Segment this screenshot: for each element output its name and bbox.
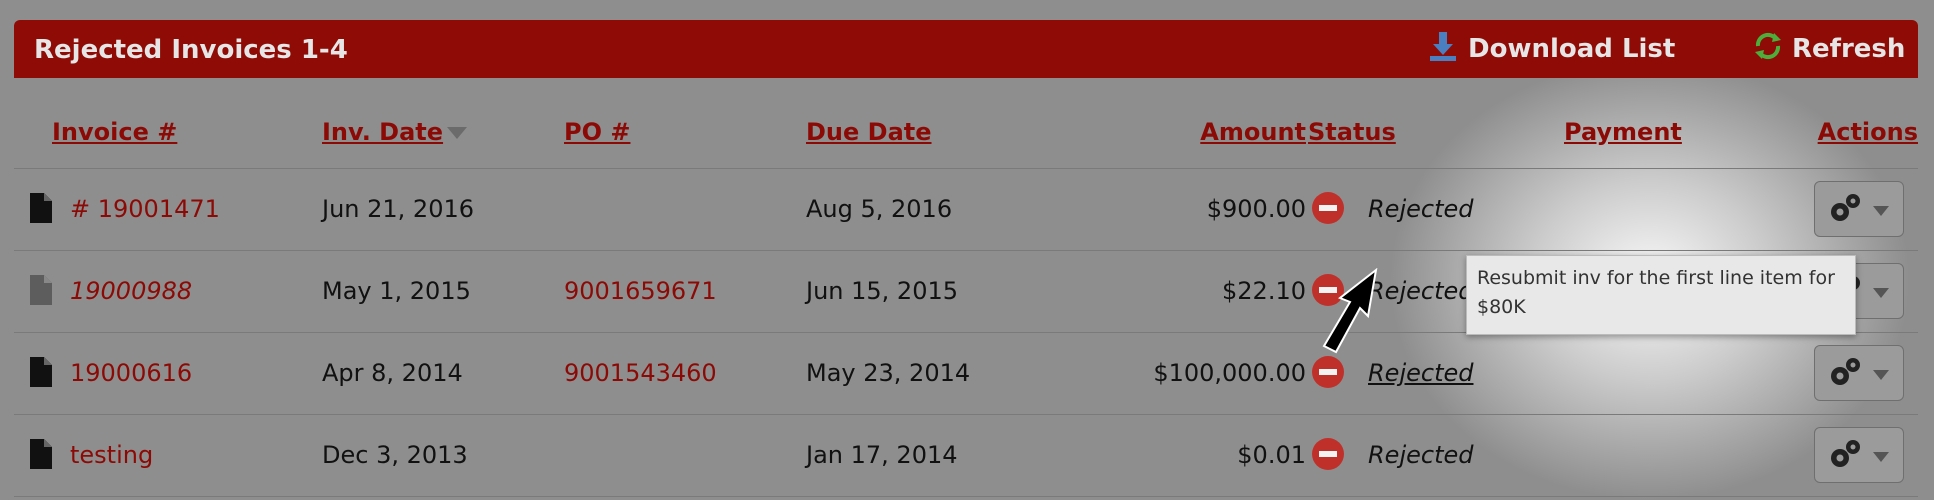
actions-menu-button[interactable] (1814, 181, 1904, 237)
document-icon (30, 193, 52, 229)
rejected-icon (1311, 437, 1345, 477)
col-header-po[interactable]: PO # (564, 118, 630, 146)
due-date: Jan 17, 2014 (806, 441, 958, 469)
refresh-icon (1752, 30, 1784, 69)
sort-desc-icon[interactable] (447, 127, 467, 139)
refresh-button[interactable]: Refresh (1752, 32, 1905, 66)
panel-header: Rejected Invoices 1-4 Download List Refr… (14, 20, 1918, 78)
table-row: # 19001471 Jun 21, 2016 Aug 5, 2016 $900… (14, 169, 1918, 251)
gear-icon (1831, 358, 1860, 385)
document-icon (30, 275, 52, 311)
actions-menu-button[interactable] (1814, 345, 1904, 401)
chevron-down-icon (1873, 206, 1889, 216)
rejected-icon (1311, 191, 1345, 231)
amount: $0.01 (1237, 441, 1306, 469)
status-link[interactable]: Rejected (1368, 359, 1473, 387)
col-header-due-date[interactable]: Due Date (806, 118, 932, 146)
invoice-link[interactable]: 19000988 (70, 277, 192, 305)
status-text: Rejected (1368, 441, 1474, 469)
amount: $100,000.00 (1153, 359, 1306, 387)
table-row: testing Dec 3, 2013 Jan 17, 2014 $0.01 R… (14, 415, 1918, 497)
chevron-down-icon (1873, 452, 1889, 462)
po-link[interactable]: 9001659671 (564, 277, 717, 305)
inv-date: Jun 21, 2016 (322, 195, 475, 223)
download-list-button[interactable]: Download List (1428, 30, 1676, 69)
gear-icon (1831, 194, 1860, 221)
mouse-cursor-icon (1322, 268, 1378, 354)
col-header-payment[interactable]: Payment (1564, 118, 1682, 146)
col-header-status[interactable]: Status (1308, 118, 1396, 146)
col-header-invoice[interactable]: Invoice # (52, 118, 177, 146)
invoice-link[interactable]: 19000616 (70, 359, 192, 387)
document-icon (30, 439, 52, 475)
invoice-link[interactable]: testing (70, 441, 153, 469)
po-link[interactable]: 9001543460 (564, 359, 717, 387)
chevron-down-icon (1873, 288, 1889, 298)
panel-title: Rejected Invoices 1-4 (34, 35, 348, 65)
amount: $900.00 (1206, 195, 1306, 223)
inv-date: May 1, 2015 (322, 277, 471, 305)
invoice-link[interactable]: # 19001471 (70, 195, 220, 223)
rejected-icon (1311, 355, 1345, 395)
inv-date: Apr 8, 2014 (322, 359, 463, 387)
col-header-inv-date[interactable]: Inv. Date (322, 118, 443, 146)
inv-date: Dec 3, 2013 (322, 441, 468, 469)
download-list-label: Download List (1468, 34, 1676, 64)
status-text: Rejected (1368, 277, 1474, 305)
document-icon (30, 357, 52, 393)
refresh-label: Refresh (1792, 34, 1906, 64)
due-date: Jun 15, 2015 (806, 277, 959, 305)
col-header-actions[interactable]: Actions (1818, 118, 1918, 146)
due-date: May 23, 2014 (806, 359, 971, 387)
col-header-amount[interactable]: Amount (1200, 118, 1306, 146)
column-headers: Invoice # Inv. Date PO # Due Date Amount… (14, 78, 1918, 169)
table-row: 19000616 Apr 8, 2014 9001543460 May 23, … (14, 333, 1918, 415)
status-tooltip: Resubmit inv for the first line item for… (1466, 255, 1856, 335)
download-icon (1428, 30, 1458, 69)
gear-icon (1831, 440, 1860, 467)
amount: $22.10 (1222, 277, 1306, 305)
actions-menu-button[interactable] (1814, 427, 1904, 483)
status-text: Rejected (1368, 195, 1474, 223)
chevron-down-icon (1873, 370, 1889, 380)
due-date: Aug 5, 2016 (806, 195, 953, 223)
